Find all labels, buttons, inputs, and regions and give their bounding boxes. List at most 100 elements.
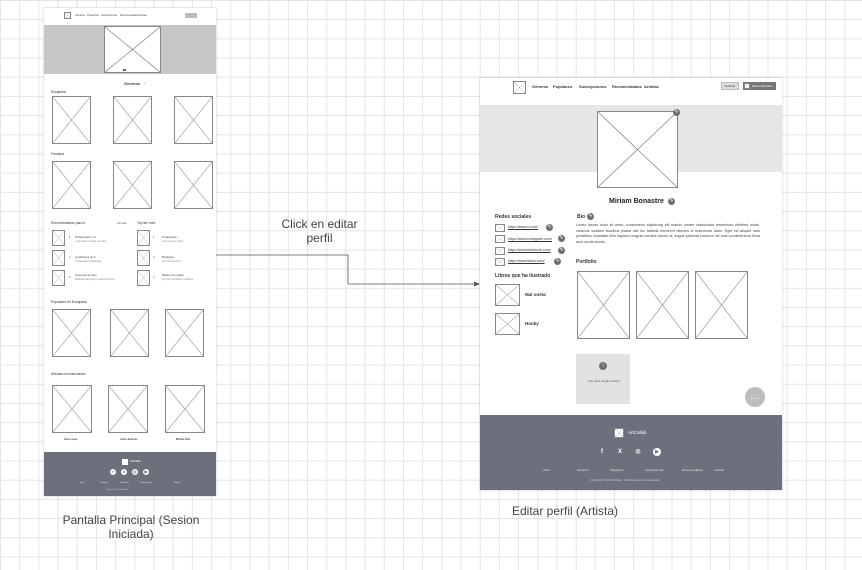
chat-bubble-icon[interactable]: … [745, 387, 765, 407]
genres-title[interactable]: Generos [124, 81, 140, 86]
profile-name: Miriam Bonastre [609, 198, 664, 205]
social-link[interactable]: https://www.instagram.com/ [508, 237, 552, 241]
artist-name[interactable]: Sam Lopez [64, 438, 78, 441]
book-cover[interactable] [52, 96, 91, 144]
list-item-sub: Tempor incididunt ut labore [162, 278, 194, 281]
logo[interactable] [64, 12, 71, 19]
footer-link[interactable]: Inicio [80, 482, 85, 484]
x-icon[interactable]: X [121, 469, 127, 475]
nav-item-artistas[interactable]: Artistas [138, 14, 147, 17]
edit-social-icon[interactable]: ✎ [558, 235, 565, 242]
artist-name[interactable]: Miriam Ruiz [176, 438, 191, 441]
footer-link[interactable]: Géneros [100, 482, 108, 484]
list-item-title[interactable]: Protagonista [162, 236, 177, 239]
artist-image[interactable] [108, 385, 148, 433]
book-cover[interactable] [495, 284, 520, 306]
footer-link[interactable]: Artistas [174, 482, 181, 484]
book-cover[interactable] [113, 161, 152, 209]
footer-link[interactable]: Recomendados [682, 468, 703, 472]
footer-link[interactable]: Géneros [577, 468, 589, 472]
list-item-sub: Phantasmagoria de Nuestra Tierra [75, 278, 115, 281]
nav-item-artistas[interactable]: Artistas [644, 84, 659, 89]
list-thumb[interactable] [137, 250, 150, 266]
nav-item-generos[interactable]: Generos [75, 14, 85, 17]
youtube-icon[interactable]: ▶ [143, 469, 149, 475]
book-cover[interactable] [110, 309, 149, 357]
nav-item-suscripciones[interactable]: Suscripciones [579, 84, 606, 89]
nav-item-suscripciones[interactable]: Suscripciones [101, 14, 117, 17]
book-cover[interactable] [165, 309, 204, 357]
nav-item-recomendados[interactable]: Recomendados [120, 14, 138, 17]
book-cover[interactable] [495, 313, 520, 335]
social-icon [495, 235, 505, 243]
artist-image[interactable] [52, 385, 92, 433]
book-cover[interactable] [113, 96, 152, 144]
hero-dots[interactable] [123, 69, 126, 71]
chevron-down-icon[interactable]: ⌄ [143, 81, 146, 85]
nav-item-populares[interactable]: Populares [87, 14, 99, 17]
list-item-title[interactable]: Profesionales y el [75, 236, 95, 239]
artist-name[interactable]: Carla Jiménez [120, 438, 137, 441]
nav-item-generos[interactable]: Géneros [532, 84, 548, 89]
footer-link[interactable]: Suscripciones [645, 468, 664, 472]
list-item-title[interactable]: Aventuras de Sara [75, 274, 96, 277]
list-item-title[interactable]: La Mitología de el [75, 256, 95, 259]
social-link[interactable]: https://www.facebook.com/ [508, 248, 551, 252]
facebook-icon[interactable]: f [598, 448, 606, 456]
instagram-icon[interactable]: ◎ [132, 469, 138, 475]
list-rank: 2 [69, 256, 71, 259]
social-link[interactable]: https://www.x.com/ [508, 225, 538, 229]
footer-logo[interactable] [614, 428, 624, 438]
edit-social-icon[interactable]: ✎ [546, 224, 553, 231]
list-title: Recomendados para ti [51, 221, 86, 225]
logo[interactable] [513, 81, 526, 94]
portfolio-item[interactable] [695, 271, 748, 339]
footer-copyright: Copyright © 2024 ArtCollab · Todos los d… [590, 479, 660, 482]
footer-link[interactable]: Artistas [714, 468, 724, 472]
instagram-icon[interactable]: ◎ [634, 448, 642, 456]
book-cover[interactable] [52, 161, 91, 209]
footer-logo[interactable] [122, 459, 128, 465]
x-icon[interactable]: X [616, 448, 624, 456]
social-link[interactable]: https://www.tiktok.com/ [508, 259, 545, 263]
list-thumb[interactable] [137, 230, 150, 246]
left-caption: Pantalla Principal (Sesion Iniciada) [62, 513, 200, 541]
artist-image[interactable] [165, 385, 205, 433]
see-all-link[interactable]: Ver todo [117, 222, 127, 225]
edit-picture-icon[interactable]: ✎ [673, 109, 680, 116]
book-cover[interactable] [174, 161, 213, 209]
book-cover[interactable] [52, 309, 91, 357]
user-button[interactable] [185, 13, 197, 18]
profile-picture[interactable] [597, 111, 678, 188]
hero-image [104, 26, 161, 73]
list-rank: 1 [69, 236, 71, 239]
youtube-icon[interactable]: ▶ [653, 448, 661, 456]
footer-link[interactable]: Populares [120, 482, 129, 484]
nav-item-recomendados[interactable]: Recomendados [612, 84, 642, 89]
portfolio-item[interactable] [636, 271, 689, 339]
book-title[interactable]: Mal oneta [525, 292, 546, 297]
edit-social-icon[interactable]: ✎ [558, 247, 565, 254]
facebook-icon[interactable]: f [110, 469, 116, 475]
nav-item-populares[interactable]: Populares [553, 84, 572, 89]
upload-icon[interactable]: ↑ [599, 362, 607, 370]
list-item-title[interactable]: Relatos de espada [162, 274, 184, 277]
book-title[interactable]: Honky [525, 321, 539, 326]
section-title-artistas: Artistas recomendados [51, 372, 86, 376]
list-thumb[interactable] [52, 230, 65, 246]
publish-button[interactable]: Publicar [721, 82, 739, 90]
list-item-title[interactable]: Mitologías [162, 256, 174, 259]
list-rank: 3 [69, 276, 71, 279]
footer-link[interactable]: Populares [610, 468, 624, 472]
list-thumb[interactable] [52, 270, 65, 286]
footer-link[interactable]: Suscripciones [140, 482, 152, 484]
footer-link[interactable]: Inicio [543, 468, 550, 472]
book-cover[interactable] [174, 96, 213, 144]
list-thumb[interactable] [52, 250, 65, 266]
list-thumb[interactable] [137, 270, 150, 286]
edit-social-icon[interactable]: ✎ [554, 258, 561, 265]
edit-name-icon[interactable]: ✎ [668, 198, 675, 205]
portfolio-item[interactable] [577, 271, 630, 339]
edit-bio-icon[interactable]: ✎ [587, 213, 594, 220]
list-rank: 2 [153, 256, 155, 259]
